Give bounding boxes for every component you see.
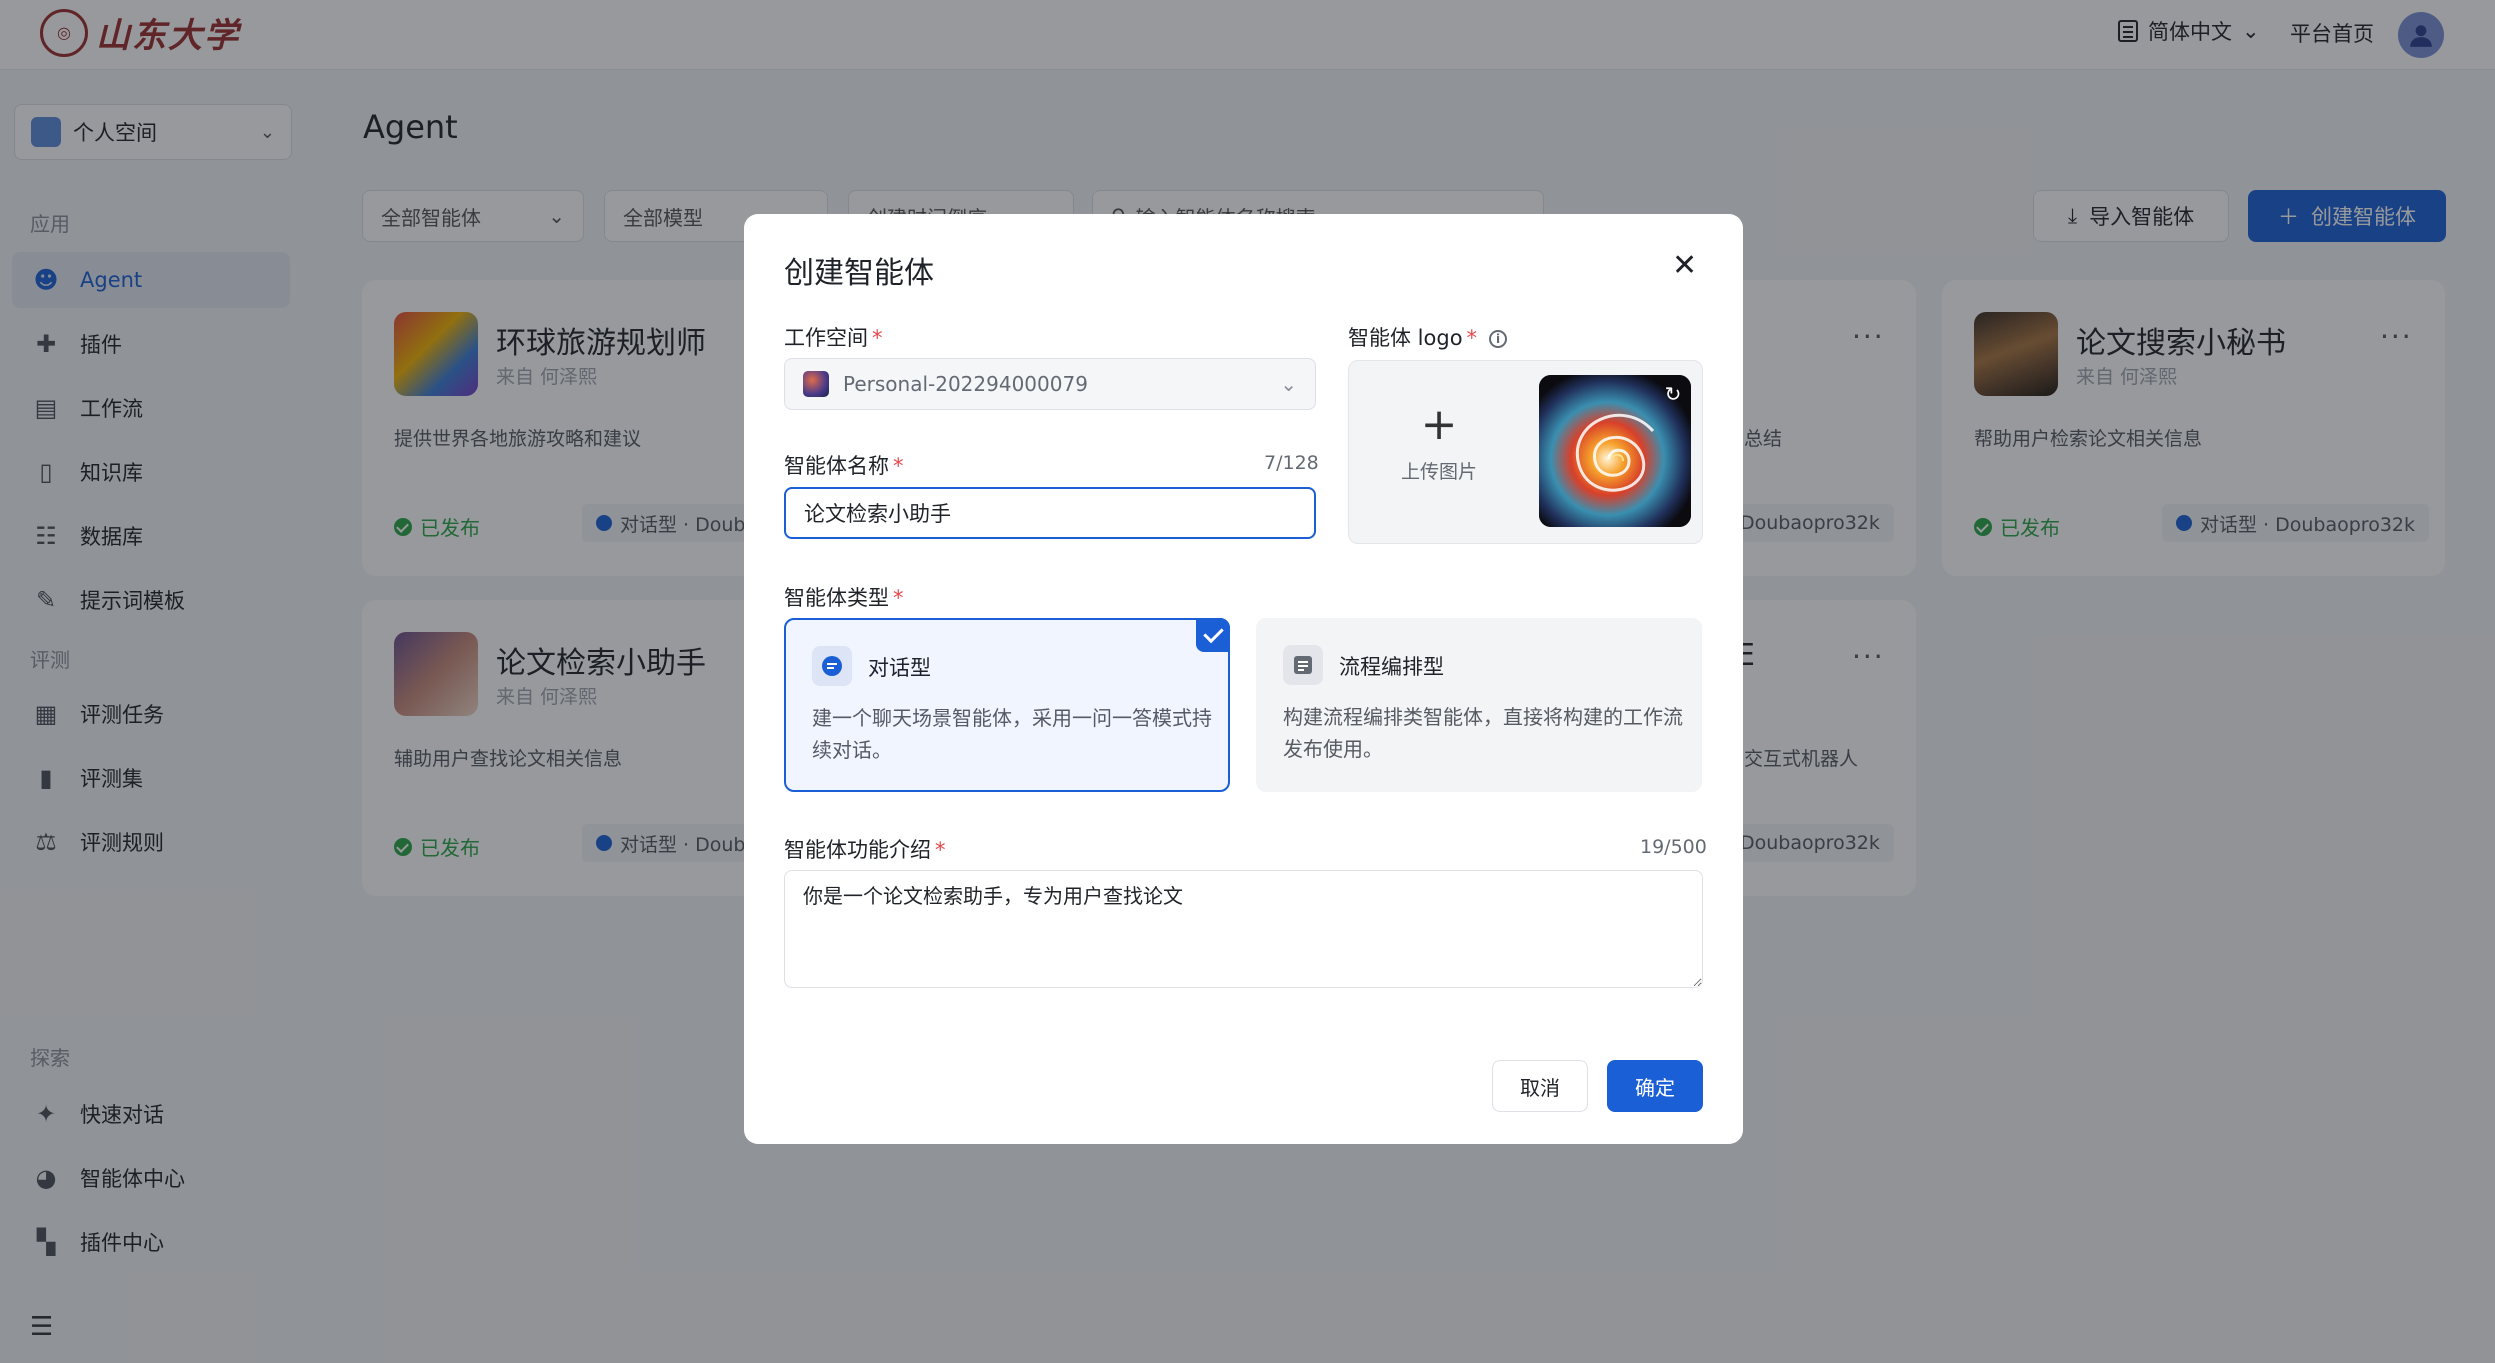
dialog-title: 创建智能体 xyxy=(784,256,934,291)
label-text: 智能体类型 xyxy=(784,586,889,610)
chevron-down-icon: ⌄ xyxy=(1280,372,1297,396)
agent-description-textarea[interactable]: 你是一个论文检索助手，专为用户查找论文 xyxy=(784,870,1703,988)
chat-bubble-icon xyxy=(812,646,852,686)
label-text: 工作空间 xyxy=(784,326,868,350)
type-option-workflow[interactable]: 流程编排型 构建流程编排类智能体，直接将构建的工作流发布使用。 xyxy=(1256,618,1702,792)
required-mark: * xyxy=(1466,326,1478,350)
cancel-button[interactable]: 取消 xyxy=(1492,1060,1588,1112)
type-option-chat[interactable]: 对话型 建一个聊天场景智能体，采用一问一答模式持续对话。 xyxy=(784,618,1230,792)
description-char-count: 19/500 xyxy=(1640,836,1707,858)
workflow-icon xyxy=(1283,645,1323,685)
type-name: 对话型 xyxy=(868,656,931,680)
workspace-select[interactable]: Personal-202294000079 ⌄ xyxy=(784,358,1316,410)
agent-name-input[interactable] xyxy=(784,487,1316,539)
required-mark: * xyxy=(872,326,883,350)
refresh-icon[interactable]: ↻ xyxy=(1662,383,1684,405)
type-description: 构建流程编排类智能体，直接将构建的工作流发布使用。 xyxy=(1283,705,1683,761)
agent-logo-image: ↻ xyxy=(1539,375,1691,527)
checkmark-icon xyxy=(1196,618,1230,652)
workspace-icon xyxy=(803,371,829,397)
required-mark: * xyxy=(935,838,946,862)
label-text: 智能体功能介绍 xyxy=(784,838,931,862)
create-agent-dialog: 创建智能体 ✕ 工作空间 * Personal-202294000079 ⌄ 智能… xyxy=(744,214,1743,1144)
logo-label: 智能体 logo * i xyxy=(1348,322,1508,352)
confirm-button[interactable]: 确定 xyxy=(1607,1060,1703,1112)
required-mark: * xyxy=(893,454,904,478)
type-label: 智能体类型 * xyxy=(784,582,904,612)
upload-label: 上传图片 xyxy=(1400,461,1477,483)
close-icon[interactable]: ✕ xyxy=(1672,248,1697,283)
label-text: 智能体 logo xyxy=(1348,326,1463,350)
upload-image-button[interactable]: + 上传图片 xyxy=(1389,403,1489,484)
type-description: 建一个聊天场景智能体，采用一问一答模式持续对话。 xyxy=(812,706,1212,762)
label-text: 智能体名称 xyxy=(784,454,889,478)
workspace-value: Personal-202294000079 xyxy=(843,372,1088,396)
name-char-count: 7/128 xyxy=(1264,452,1319,474)
logo-upload-panel: + 上传图片 ↻ xyxy=(1348,360,1703,544)
description-label: 智能体功能介绍 * xyxy=(784,834,946,864)
name-label: 智能体名称 * xyxy=(784,450,904,480)
type-name: 流程编排型 xyxy=(1339,655,1444,679)
required-mark: * xyxy=(893,586,904,610)
plus-icon: + xyxy=(1420,399,1458,450)
info-icon[interactable]: i xyxy=(1489,330,1508,348)
workspace-label: 工作空间 * xyxy=(784,322,883,352)
